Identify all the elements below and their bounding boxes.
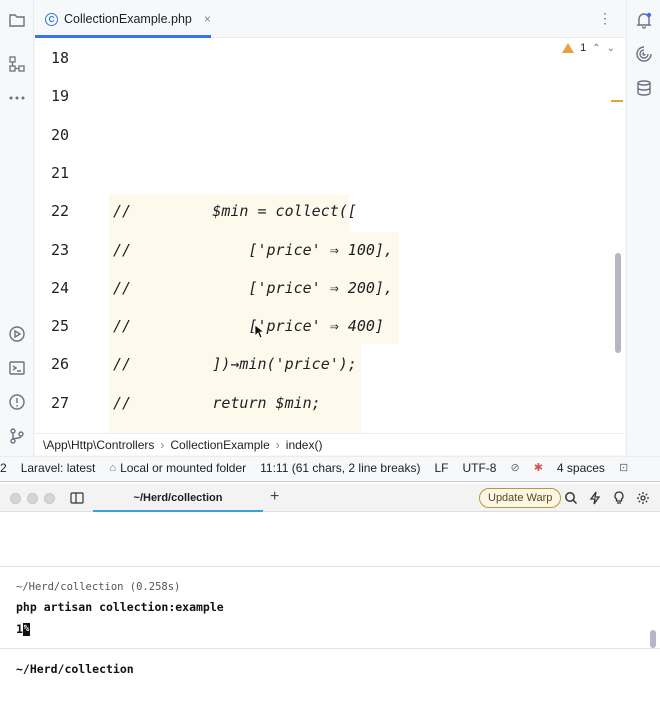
block-command[interactable]: php artisan collection:example (16, 600, 224, 614)
mouse-pointer-icon (255, 325, 265, 339)
terminal-scrollbar[interactable] (650, 630, 656, 648)
git-icon[interactable] (7, 426, 27, 446)
bug-icon[interactable]: ✱ (527, 461, 550, 474)
editor-scrollbar[interactable] (615, 253, 621, 353)
left-tool-rail (0, 0, 34, 456)
lightbulb-icon[interactable] (610, 489, 628, 507)
warning-icon (562, 43, 575, 53)
inspection-widget[interactable]: 1 ⌃ ⌄ (562, 42, 615, 54)
line-number-gutter: 18 19 20 21 22 23 24 25 26 27 (35, 38, 107, 433)
code-area[interactable]: // $min = collect([ // ['price' ⇒ 100], //… (109, 38, 619, 433)
warning-scroll-marker[interactable] (611, 100, 623, 102)
breadcrumb: \App\Http\Controllers › CollectionExample ›… (35, 433, 625, 455)
code-line: // ['price' ⇒ 100], (113, 240, 393, 259)
run-icon[interactable] (7, 324, 27, 344)
folder-status[interactable]: ⌂ Local or mounted folder (102, 461, 253, 475)
line-number: 20 (50, 125, 69, 144)
code-line: // ['price' ⇒ 200], (113, 278, 393, 297)
breadcrumb-separator: › (275, 437, 280, 452)
settings-gear-icon[interactable] (634, 489, 652, 507)
sidebar-toggle-icon[interactable] (68, 489, 86, 507)
maximize-window-button[interactable] (44, 493, 55, 504)
line-number: 25 (50, 317, 69, 336)
folder-status-label: Local or mounted folder (120, 460, 247, 475)
update-warp-button[interactable]: Update Warp (479, 488, 562, 508)
breadcrumb-item[interactable]: index() (286, 438, 323, 452)
notifications-icon[interactable] (634, 10, 654, 30)
code-line: // ])→min('price'); (113, 355, 357, 374)
line-number: 27 (50, 393, 69, 412)
php-class-icon: C (45, 12, 58, 26)
line-number: 22 (50, 202, 69, 221)
breadcrumb-item[interactable]: CollectionExample (170, 438, 269, 452)
tab-collection-example[interactable]: C CollectionExample.php × (35, 0, 211, 38)
more-icon[interactable] (7, 88, 27, 108)
line-number: 26 (50, 355, 69, 374)
terminal-titlebar: ~/Herd/collection + Update Warp (0, 484, 660, 512)
no-eye-icon[interactable]: ⊘ (503, 461, 526, 474)
tab-file-name: CollectionExample.php (64, 12, 192, 26)
terminal-tab-title: ~/Herd/collection (133, 492, 223, 504)
ai-assistant-icon[interactable] (634, 44, 654, 64)
laravel-version[interactable]: Laravel: latest (14, 461, 103, 475)
home-icon: ⌂ (109, 461, 117, 474)
line-number: 18 (50, 49, 69, 67)
lock-icon[interactable]: ⊡ (612, 461, 635, 474)
ide-window: C CollectionExample.php × ⋮ 18 19 20 21 22 23… (0, 0, 660, 482)
line-number: 24 (50, 278, 69, 297)
line-number: 21 (50, 163, 69, 182)
code-line: // $min = collect([ (113, 202, 357, 221)
terminal-tab-underline (93, 510, 263, 512)
search-icon[interactable] (562, 489, 580, 507)
right-tool-rail (626, 0, 660, 456)
block-divider (0, 566, 660, 567)
breadcrumb-separator: › (160, 437, 165, 452)
line-separator[interactable]: LF (427, 461, 455, 475)
code-line: // ['price' ⇒ 400] (113, 317, 384, 336)
folder-icon[interactable] (7, 10, 27, 30)
prompt-divider (0, 648, 660, 649)
line-number: 19 (50, 87, 69, 106)
chevron-up-icon[interactable]: ⌃ (592, 43, 600, 54)
terminal-tab[interactable]: ~/Herd/collection (93, 484, 263, 512)
editor-tab-bar: C CollectionExample.php × ⋮ (35, 0, 625, 38)
problems-icon[interactable] (7, 392, 27, 412)
terminal-window: ~/Herd/collection + Update Warp ~/Herd/c… (0, 484, 660, 720)
database-icon[interactable] (634, 78, 654, 98)
block-header: ~/Herd/collection (0.258s) (16, 581, 181, 593)
chevron-down-icon[interactable]: ⌄ (607, 43, 615, 54)
output-end-marker: % (22, 622, 30, 636)
terminal-icon[interactable] (7, 358, 27, 378)
line-number: 23 (50, 240, 69, 259)
terminal-prompt[interactable]: ~/Herd/collection (16, 662, 134, 676)
new-tab-button[interactable]: + (270, 488, 279, 506)
close-window-button[interactable] (10, 493, 21, 504)
file-encoding[interactable]: UTF-8 (455, 461, 503, 475)
code-editor[interactable]: 18 19 20 21 22 23 24 25 26 27 // $min = collect([… (35, 38, 625, 433)
block-output-value: 1 (16, 622, 23, 636)
close-icon[interactable]: × (204, 12, 211, 26)
status-bar: 2 Laravel: latest ⌂ Local or mounted fol… (0, 456, 660, 478)
structure-icon[interactable] (7, 54, 27, 74)
code-line: // return $min; (113, 393, 321, 412)
warning-count: 1 (580, 42, 587, 54)
indent-setting[interactable]: 4 spaces (550, 461, 612, 475)
lightning-icon[interactable] (586, 489, 604, 507)
caret-position[interactable]: 11:11 (61 chars, 2 line breaks) (253, 461, 427, 475)
breadcrumb-item[interactable]: \App\Http\Controllers (43, 438, 154, 452)
tab-options-icon[interactable]: ⋮ (598, 11, 612, 25)
block-output[interactable]: 1 % (16, 622, 30, 636)
minimize-window-button[interactable] (27, 493, 38, 504)
status-fragment: 2 (0, 460, 7, 475)
